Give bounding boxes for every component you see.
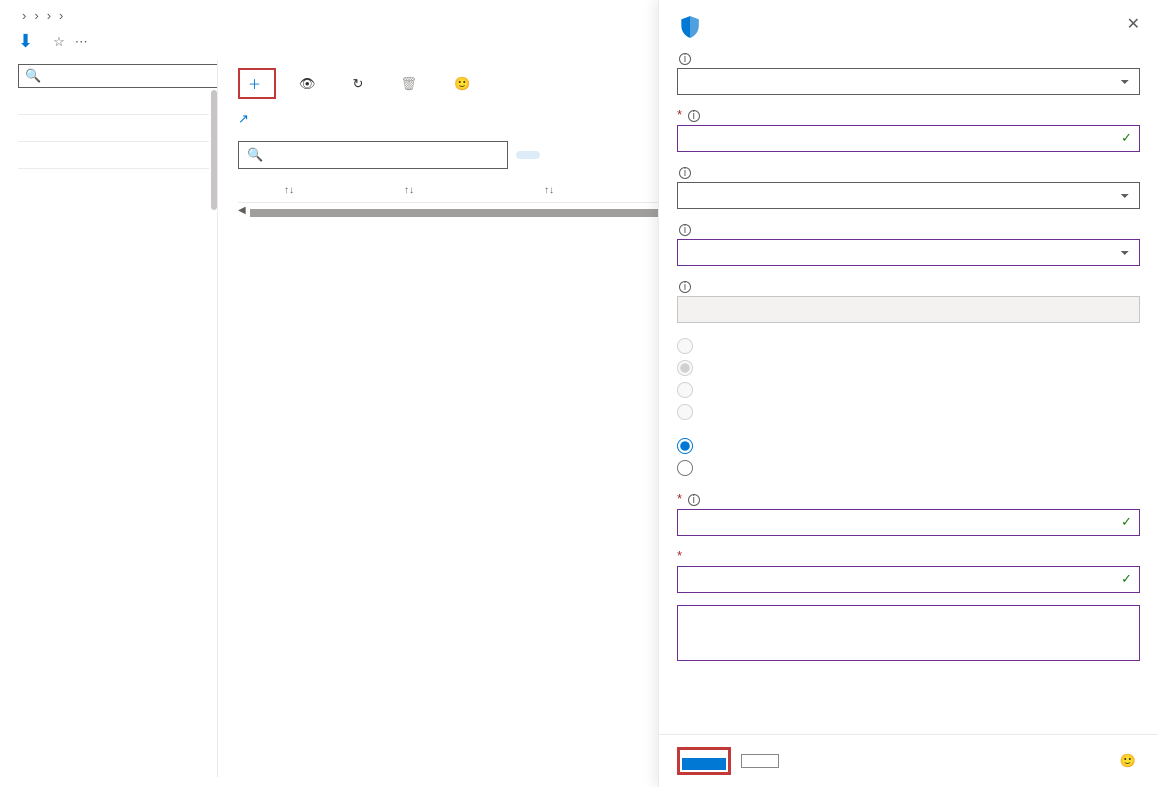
name-label: *	[677, 548, 1140, 563]
nav-group-monitoring	[18, 121, 209, 135]
pin-icon[interactable]: ⬇	[18, 31, 33, 52]
search-icon: 🔍	[247, 147, 263, 163]
sidebar: 🔍 «	[0, 60, 218, 777]
give-feedback-link[interactable]: 🙂	[1120, 753, 1140, 769]
add-button[interactable]: ＋	[238, 68, 276, 99]
destination-select[interactable]	[677, 182, 1140, 209]
protocol-any-radio	[677, 338, 693, 354]
search-icon: 🔍	[25, 68, 41, 84]
plus-icon: ＋	[248, 74, 261, 93]
panel-add-button[interactable]	[682, 758, 726, 770]
destination-label: i	[677, 164, 1140, 179]
service-select[interactable]	[677, 239, 1140, 266]
priority-input[interactable]	[677, 509, 1140, 536]
panel-cancel-button[interactable]	[741, 754, 779, 768]
hide-default-rules-button[interactable]: 👁	[290, 71, 330, 97]
filter-by-name[interactable]: 🔍	[238, 141, 508, 169]
search-input[interactable]	[45, 69, 218, 84]
action-allow-radio[interactable]	[677, 438, 693, 454]
scrollbar[interactable]	[211, 90, 217, 210]
action-deny-radio[interactable]	[677, 460, 693, 476]
protocol-tcp-radio	[677, 360, 693, 376]
info-icon[interactable]: i	[679, 281, 691, 293]
nav-group-help	[18, 175, 209, 189]
source-label: i	[677, 50, 1140, 65]
info-icon[interactable]: i	[679, 167, 691, 179]
eye-off-icon: 👁	[299, 76, 316, 92]
external-link-icon: ↗	[238, 111, 249, 126]
protocol-icmp-radio	[677, 404, 693, 420]
nav-group-automation	[18, 148, 209, 162]
column-port[interactable]: ↑↓	[542, 181, 622, 196]
service-label: i	[677, 221, 1140, 236]
source-port-label: * i	[677, 107, 1140, 122]
shield-icon	[677, 14, 703, 40]
add-rule-panel: ✕ i * i i i i	[658, 0, 1158, 787]
source-select[interactable]	[677, 68, 1140, 95]
feedback-icon: 🙂	[454, 76, 470, 92]
description-text: ↗	[238, 109, 638, 129]
dest-port-input	[677, 296, 1140, 323]
more-icon[interactable]: ⋯	[75, 34, 88, 50]
description-textarea[interactable]	[677, 605, 1140, 661]
nav-group-settings	[18, 94, 209, 108]
trash-icon: 🗑	[400, 76, 417, 92]
protocol-udp-radio	[677, 382, 693, 398]
filter-input[interactable]	[269, 147, 499, 162]
info-icon[interactable]: i	[679, 53, 691, 65]
column-priority[interactable]: ↑↓	[282, 181, 402, 196]
sidebar-search[interactable]: 🔍	[18, 64, 218, 88]
info-icon[interactable]: i	[679, 224, 691, 236]
name-input[interactable]	[677, 566, 1140, 593]
delete-button: 🗑	[391, 71, 431, 97]
favorite-icon[interactable]: ☆	[53, 34, 65, 50]
refresh-icon: ↻	[353, 76, 364, 92]
feedback-icon: 🙂	[1120, 753, 1136, 769]
info-icon[interactable]: i	[688, 110, 700, 122]
learn-more-link[interactable]: ↗	[238, 111, 249, 126]
filter-pill-port[interactable]	[516, 151, 540, 159]
priority-label: * i	[677, 491, 1140, 506]
give-feedback-button[interactable]: 🙂	[445, 71, 484, 97]
dest-port-label: i	[677, 278, 1140, 293]
close-icon[interactable]: ✕	[1127, 14, 1140, 34]
column-name[interactable]: ↑↓	[402, 181, 542, 196]
info-icon[interactable]: i	[688, 494, 700, 506]
refresh-button[interactable]: ↻	[344, 71, 378, 97]
scroll-left-icon[interactable]: ◀	[238, 205, 246, 216]
source-port-input[interactable]	[677, 125, 1140, 152]
